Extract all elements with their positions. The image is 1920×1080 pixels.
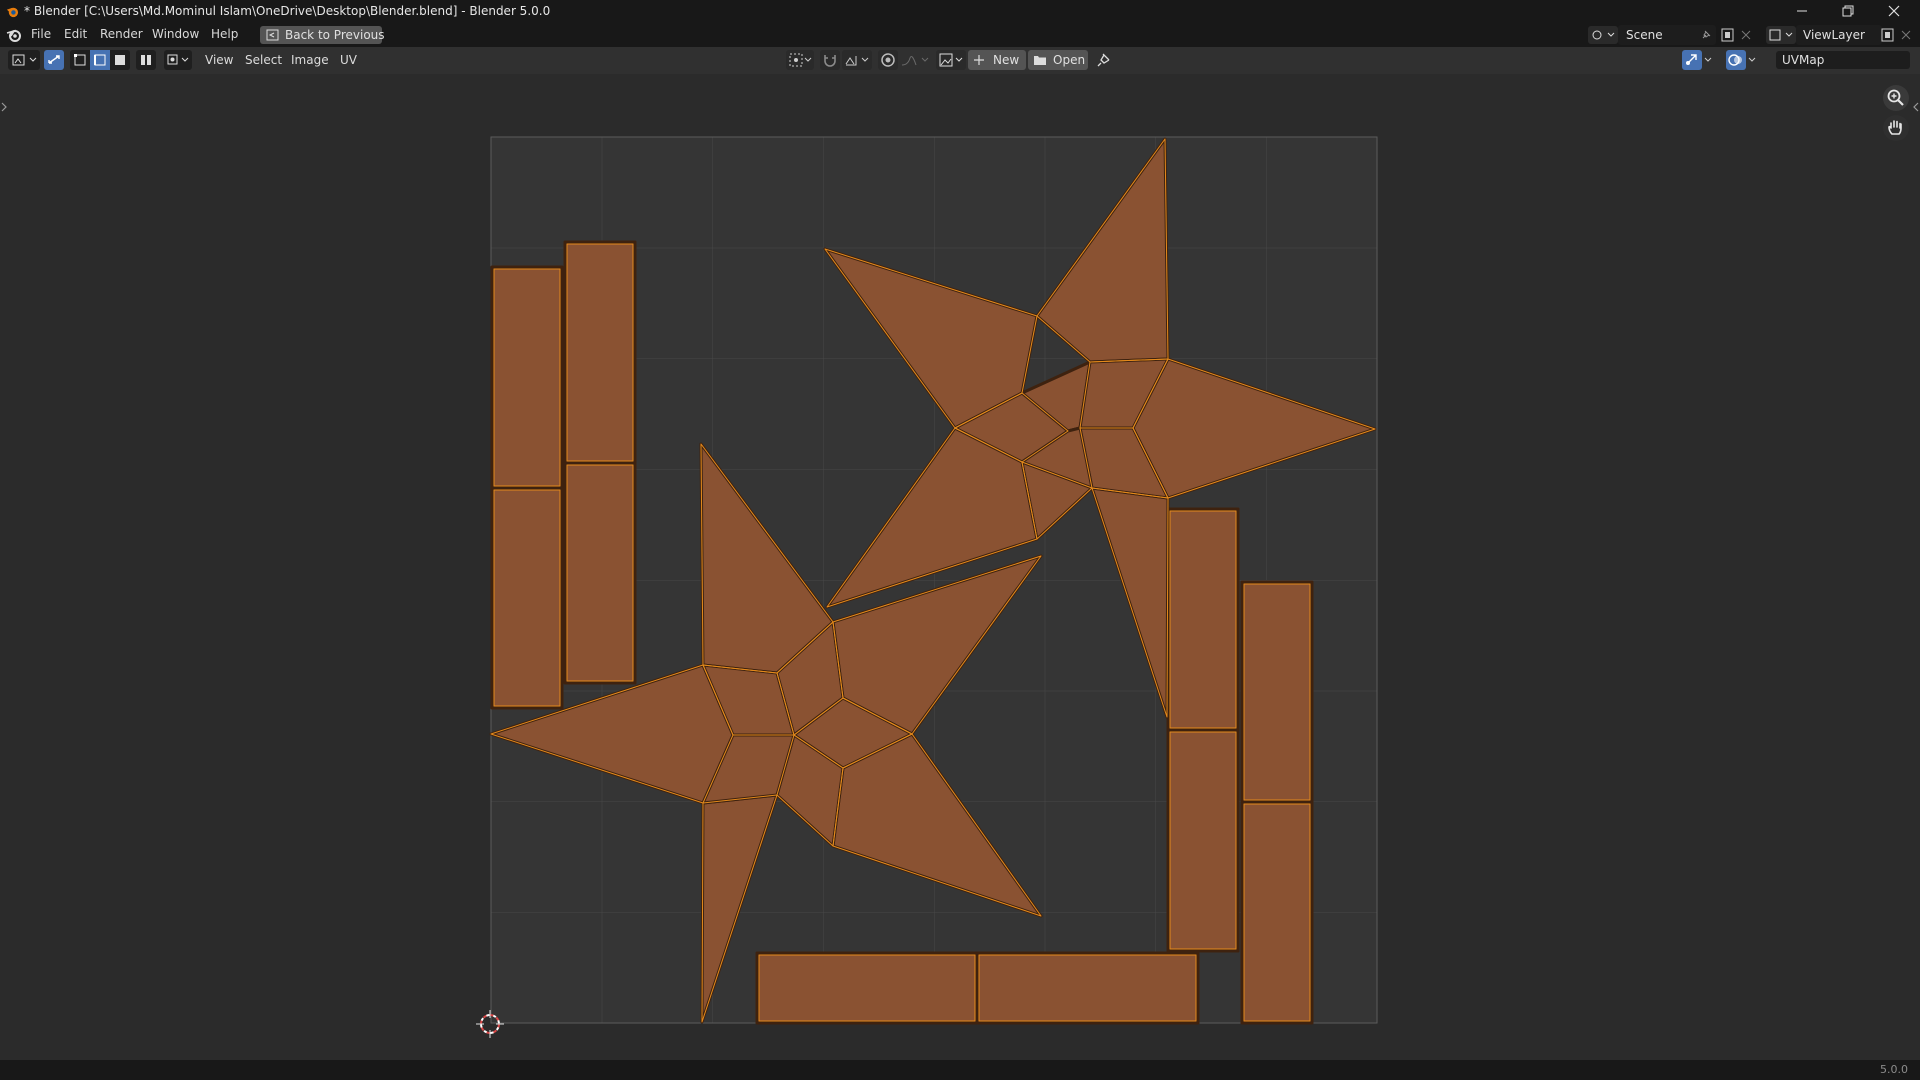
restore-icon bbox=[1842, 5, 1854, 17]
open-image-button[interactable]: Open bbox=[1028, 50, 1088, 70]
new-image-button[interactable]: New bbox=[968, 50, 1026, 70]
proportional-falloff-icon[interactable] bbox=[898, 50, 932, 70]
scene-field[interactable]: Scene bbox=[1618, 25, 1716, 45]
menu-render[interactable]: Render bbox=[100, 27, 143, 41]
gizmo-dropdown-icon[interactable] bbox=[1702, 50, 1716, 70]
close-icon bbox=[1888, 5, 1900, 17]
viewlayer-actions-icons[interactable] bbox=[1880, 27, 1916, 43]
pivot-point-icon[interactable] bbox=[786, 50, 814, 70]
zoom-button[interactable] bbox=[1883, 85, 1909, 111]
hand-pan-icon bbox=[1888, 120, 1902, 135]
zoom-icon bbox=[1887, 89, 1904, 106]
overlays-toggle-icon[interactable] bbox=[1726, 50, 1746, 70]
scene-browse-icon[interactable] bbox=[1588, 26, 1618, 44]
folder-icon bbox=[1034, 56, 1046, 65]
sticky-select-icon bbox=[167, 54, 189, 65]
restore-button[interactable] bbox=[1826, 0, 1870, 23]
uvmap-name: UVMap bbox=[1782, 53, 1825, 67]
uv-sync-selection-button[interactable] bbox=[44, 50, 64, 70]
back-to-previous-button[interactable]: Back to Previous bbox=[260, 26, 385, 44]
snap-target-icon[interactable] bbox=[842, 50, 872, 70]
menu-select[interactable]: Select bbox=[245, 53, 282, 67]
image-browse-icon[interactable] bbox=[936, 50, 966, 70]
blender-logo-icon[interactable] bbox=[6, 27, 22, 43]
uv-editor-viewport[interactable] bbox=[0, 74, 1920, 1060]
proportional-editing-icon[interactable] bbox=[878, 50, 898, 70]
new-label: New bbox=[993, 53, 1020, 67]
gizmo-toggle-icon[interactable] bbox=[1682, 50, 1702, 70]
viewlayer-field[interactable]: ViewLayer bbox=[1796, 25, 1882, 45]
window-title: * Blender [C:\Users\Md.Mominul Islam\One… bbox=[24, 4, 551, 18]
plus-icon bbox=[974, 55, 984, 65]
blender-app-icon bbox=[6, 7, 19, 18]
menu-view[interactable]: View bbox=[205, 53, 233, 67]
sticky-selection-dropdown[interactable] bbox=[164, 50, 192, 70]
menu-image[interactable]: Image bbox=[291, 53, 329, 67]
screen-back-icon bbox=[266, 29, 279, 41]
close-button[interactable] bbox=[1872, 0, 1916, 23]
status-bar: 5.0.0 bbox=[0, 1060, 1920, 1080]
island-select-button[interactable] bbox=[136, 50, 156, 70]
select-mode-group bbox=[70, 50, 130, 70]
sidebar-toggle-icon[interactable] bbox=[0, 100, 8, 114]
pan-button[interactable] bbox=[1883, 115, 1909, 141]
island-icon bbox=[141, 55, 151, 65]
version-label: 5.0.0 bbox=[1880, 1063, 1908, 1076]
open-label: Open bbox=[1053, 53, 1086, 67]
viewlayer-browse-icon[interactable] bbox=[1766, 26, 1796, 44]
minimize-button[interactable] bbox=[1780, 0, 1824, 23]
uv-editor-header: View Select Image UV New Open bbox=[0, 47, 1920, 74]
uv-canvas[interactable] bbox=[0, 74, 1920, 1060]
viewlayer-name: ViewLayer bbox=[1803, 28, 1865, 42]
menu-file[interactable]: File bbox=[31, 27, 51, 41]
image-editor-icon bbox=[12, 54, 37, 66]
window-titlebar: * Blender [C:\Users\Md.Mominul Islam\One… bbox=[0, 0, 1920, 23]
snap-magnet-icon[interactable] bbox=[820, 50, 840, 70]
pin-image-icon[interactable] bbox=[1094, 50, 1114, 70]
minimize-icon bbox=[1797, 10, 1807, 12]
sync-arrows-icon bbox=[48, 55, 60, 64]
editor-type-button[interactable] bbox=[8, 50, 40, 70]
overlays-dropdown-icon[interactable] bbox=[1746, 50, 1760, 70]
uvmap-field[interactable]: UVMap bbox=[1776, 51, 1910, 69]
menu-edit[interactable]: Edit bbox=[64, 27, 87, 41]
pin-icon[interactable] bbox=[1700, 29, 1712, 41]
select-mode-icons[interactable] bbox=[70, 50, 130, 70]
menu-help[interactable]: Help bbox=[211, 27, 238, 41]
scene-name: Scene bbox=[1626, 28, 1663, 42]
menu-window[interactable]: Window bbox=[152, 27, 199, 41]
menu-uv[interactable]: UV bbox=[340, 53, 357, 67]
back-to-previous-label: Back to Previous bbox=[285, 28, 385, 42]
tool-settings-toggle-icon[interactable] bbox=[1912, 100, 1920, 114]
scene-actions-icons[interactable] bbox=[1720, 27, 1756, 43]
